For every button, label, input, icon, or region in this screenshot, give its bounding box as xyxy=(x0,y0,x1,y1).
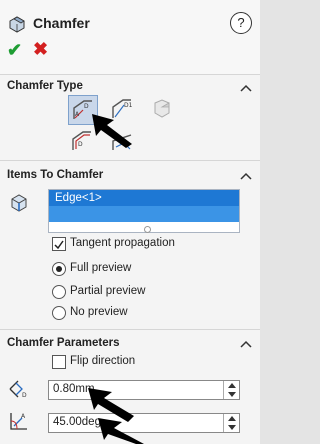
list-empty-slot[interactable] xyxy=(49,206,239,222)
page-title: Chamfer xyxy=(33,15,90,31)
distance-icon: D xyxy=(9,380,27,399)
cancel-button[interactable]: ✖ xyxy=(33,39,48,60)
flip-direction-label: Flip direction xyxy=(70,355,136,367)
chamfer-feature-icon xyxy=(9,16,25,33)
full-preview-label: Full preview xyxy=(70,262,132,274)
section-title-parameters: Chamfer Parameters xyxy=(7,337,120,349)
help-button[interactable]: ? xyxy=(230,12,252,34)
property-manager-panel: Chamfer ? ✔ ✖ Chamfer Type D A D1 D Item… xyxy=(0,0,260,444)
collapse-chevron-icon[interactable] xyxy=(240,340,252,348)
flip-direction-checkbox[interactable] xyxy=(52,355,66,369)
tangent-propagation-label: Tangent propagation xyxy=(70,237,175,249)
pointer-arrow-icon xyxy=(98,418,144,444)
list-item[interactable]: Edge<1> xyxy=(49,190,239,206)
ok-button[interactable]: ✔ xyxy=(7,40,22,61)
svg-text:D: D xyxy=(78,141,83,148)
panel-header: Chamfer ? ✔ ✖ xyxy=(0,0,260,75)
distance-field[interactable]: 0.80mm xyxy=(48,380,240,400)
svg-text:A: A xyxy=(21,413,26,420)
checkmark-icon xyxy=(54,240,64,250)
partial-preview-label: Partial preview xyxy=(70,285,146,297)
collapse-chevron-icon[interactable] xyxy=(240,84,252,92)
section-title-items: Items To Chamfer xyxy=(7,169,104,181)
pointer-arrow-icon xyxy=(92,114,132,148)
full-preview-radio[interactable] xyxy=(52,262,66,276)
section-title-chamfer-type: Chamfer Type xyxy=(7,80,83,92)
no-preview-label: No preview xyxy=(70,306,128,318)
distance-spinner[interactable] xyxy=(223,381,240,399)
tangent-propagation-checkbox[interactable] xyxy=(52,237,66,251)
list-resize-handle[interactable] xyxy=(144,226,151,233)
angle-icon: A xyxy=(10,413,27,430)
collapse-chevron-icon[interactable] xyxy=(240,172,252,180)
edge-selection-icon xyxy=(11,194,27,212)
no-preview-radio[interactable] xyxy=(52,306,66,320)
vertex-icon xyxy=(154,99,170,118)
partial-preview-radio[interactable] xyxy=(52,285,66,299)
angle-spinner[interactable] xyxy=(223,414,240,432)
vertex-chamfer-button[interactable] xyxy=(148,95,178,125)
svg-text:D: D xyxy=(22,392,27,399)
